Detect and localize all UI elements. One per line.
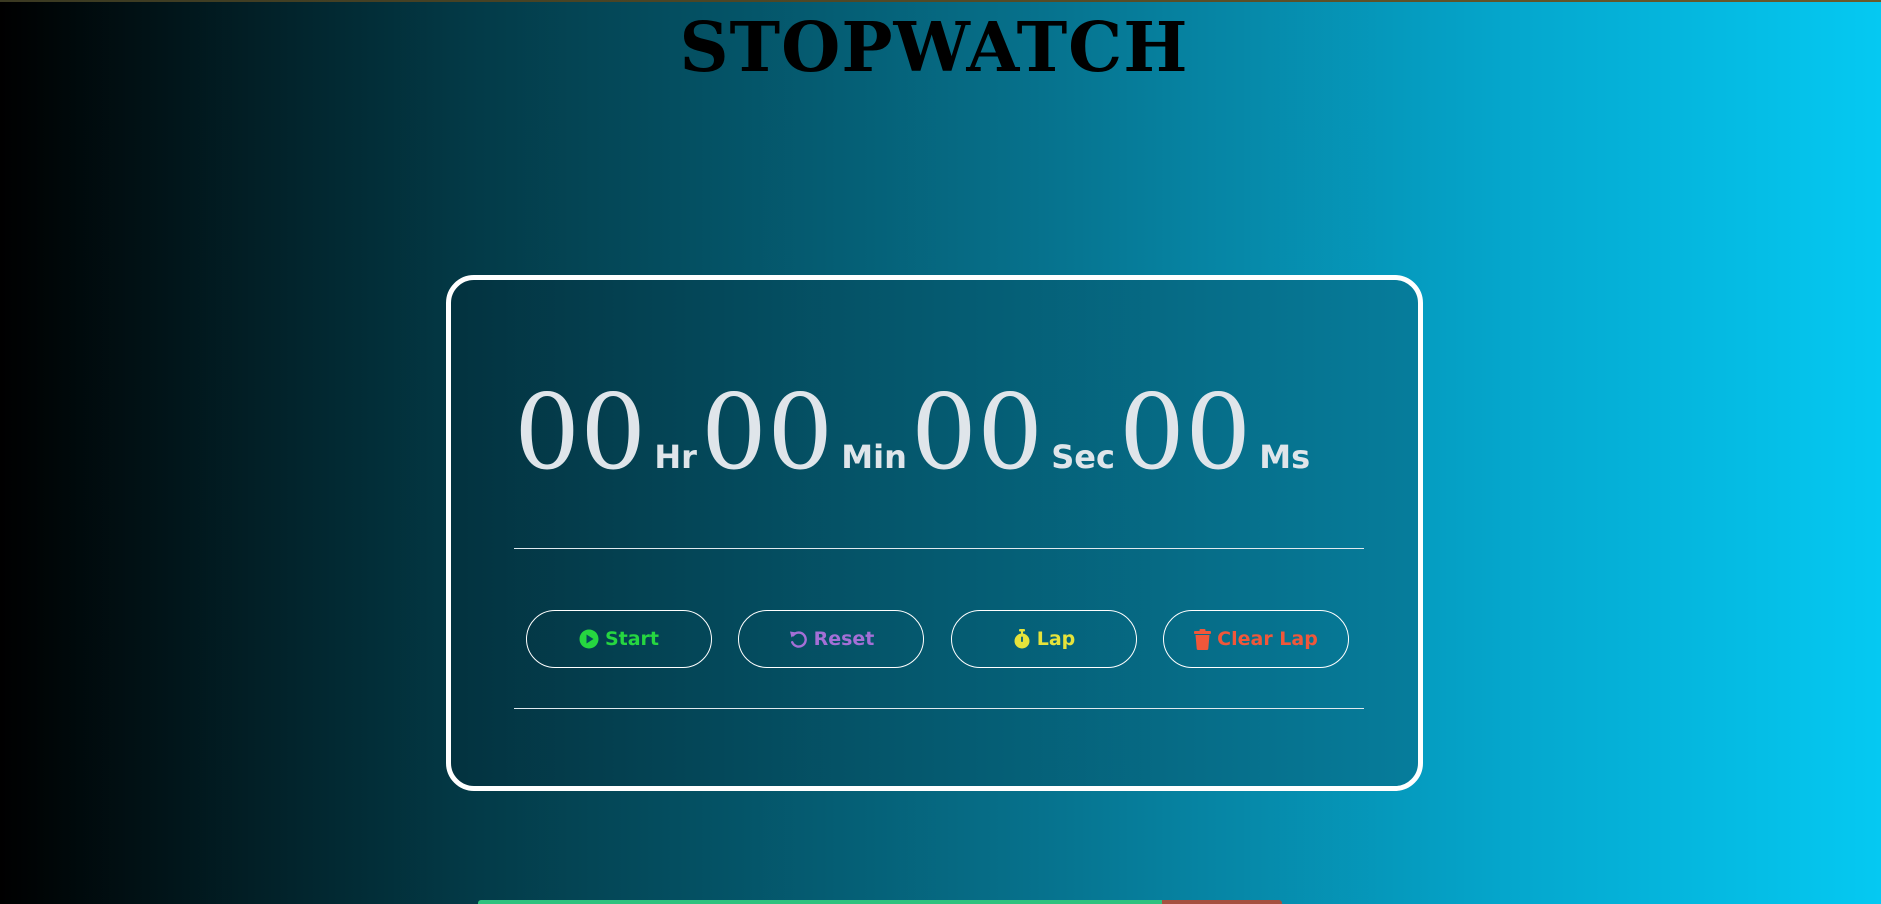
top-divider [514,548,1364,549]
stopwatch-card: 00 Hr 00 Min 00 Sec 00 Ms Start Reset La… [446,275,1423,791]
lap-list-edge-green [478,900,1162,904]
lap-list-edge-red [1162,900,1282,904]
minutes-value: 00 [700,371,834,493]
top-strip [0,0,1881,2]
seconds-unit-label: Sec [1051,438,1115,476]
start-button-label: Start [604,628,660,650]
hours-value: 00 [514,371,647,493]
lap-button-label: Lap [1036,628,1076,650]
reset-button-label: Reset [813,628,875,650]
reset-button[interactable]: Reset [738,610,924,668]
milliseconds-unit-label: Ms [1259,438,1311,476]
page-title: STOPWATCH [679,8,1189,88]
play-circle-icon [579,629,599,649]
start-button[interactable]: Start [526,610,712,668]
clear-lap-button[interactable]: Clear Lap [1163,610,1349,668]
hours-unit-label: Hr [654,438,697,476]
rotate-left-icon [788,629,808,649]
minutes-unit-label: Min [841,438,907,476]
time-display: 00 Hr 00 Min 00 Sec 00 Ms [514,372,1314,492]
milliseconds-value: 00 [1118,371,1252,493]
stopwatch-icon [1013,629,1031,649]
seconds-value: 00 [910,371,1044,493]
trash-icon [1194,628,1212,650]
clear-lap-button-label: Clear Lap [1217,628,1318,650]
bottom-divider [514,708,1364,709]
lap-button[interactable]: Lap [951,610,1137,668]
